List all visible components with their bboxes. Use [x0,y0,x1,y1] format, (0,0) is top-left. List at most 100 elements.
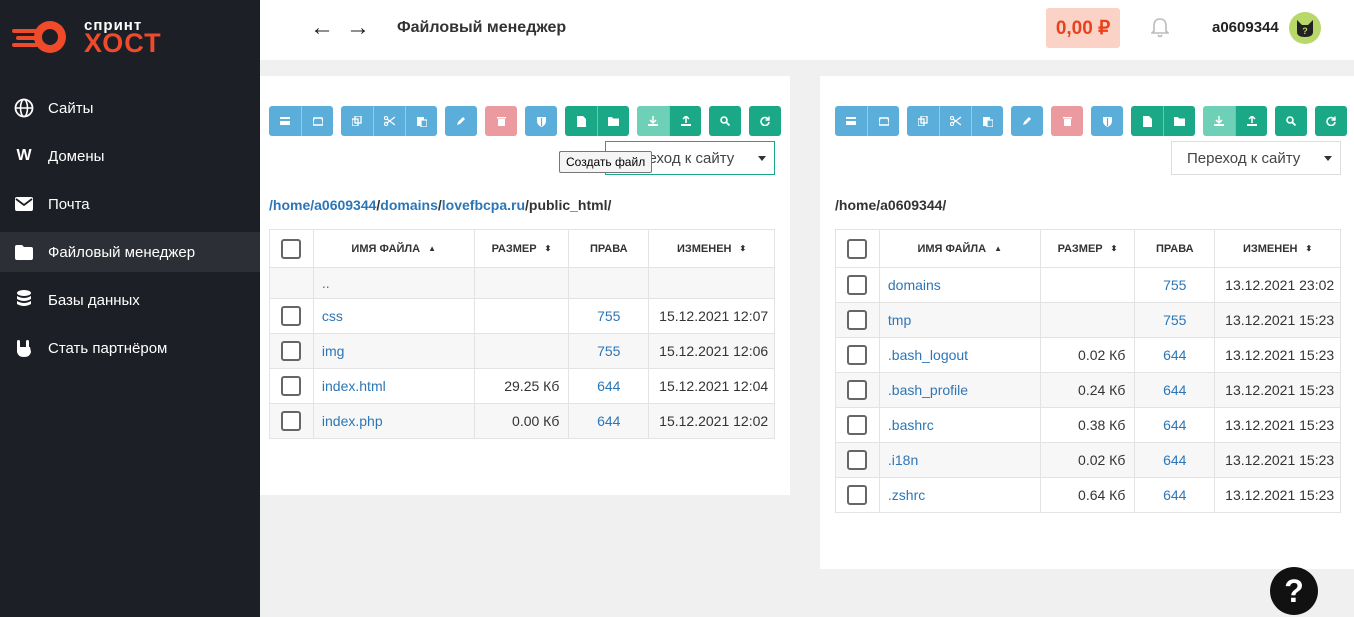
upload-button[interactable] [1235,106,1267,136]
checkbox-cell[interactable] [269,333,314,369]
col-size[interactable]: Размер ⬍ [473,229,570,268]
deselect-button[interactable] [301,106,333,136]
file-name[interactable]: .bashrc [878,407,1041,443]
paste-button[interactable] [405,106,437,136]
breadcrumb-domains[interactable]: domains [380,197,438,213]
file-rights[interactable]: 644 [568,403,650,439]
back-arrow-icon[interactable]: ← [310,14,334,42]
file-rights[interactable]: 644 [1134,407,1216,443]
table-row[interactable]: img 755 15.12.2021 12:06 [269,333,775,369]
select-all-button[interactable] [269,106,301,136]
checkbox[interactable] [281,341,302,361]
checkbox[interactable] [847,310,868,330]
checkbox[interactable] [281,411,302,431]
cut-button[interactable] [939,106,971,136]
table-row[interactable]: .bash_logout 0.02 Кб 644 13.12.2021 15:2… [835,337,1341,373]
file-rights[interactable]: 644 [1134,477,1216,513]
table-row[interactable]: .i18n 0.02 Кб 644 13.12.2021 15:23 [835,442,1341,478]
download-button[interactable] [1203,106,1235,136]
file-name[interactable]: domains [878,267,1041,303]
avatar[interactable]: ? [1289,12,1321,44]
file-name[interactable]: index.php [312,403,475,439]
file-name[interactable]: .bash_logout [878,337,1041,373]
table-row[interactable]: .. [269,267,775,299]
create-file-button[interactable] [1131,106,1163,136]
sidebar-item-mail[interactable]: Почта [0,184,260,224]
sidebar-item-file-manager[interactable]: Файловый менеджер [0,232,260,272]
table-row[interactable]: css 755 15.12.2021 12:07 [269,298,775,334]
file-name[interactable]: .i18n [878,442,1041,478]
col-size[interactable]: Размер ⬍ [1039,229,1136,268]
file-rights[interactable]: 644 [1134,337,1216,373]
checkbox[interactable] [281,376,302,396]
col-rights[interactable]: Права [568,229,650,268]
cut-button[interactable] [373,106,405,136]
goto-site-select[interactable]: Переход к сайту [1171,141,1341,175]
search-button[interactable] [709,106,741,136]
help-button[interactable]: ? [1270,567,1318,615]
delete-button[interactable] [1051,106,1083,136]
file-name[interactable]: img [312,333,475,369]
create-folder-button[interactable] [597,106,629,136]
checkbox-cell[interactable] [269,403,314,439]
file-name[interactable]: css [312,298,475,334]
refresh-button[interactable] [749,106,781,136]
username[interactable]: a0609344 [1212,19,1279,36]
checkbox-cell[interactable] [835,407,880,443]
checkbox-cell[interactable] [269,368,314,404]
checkbox[interactable] [847,485,868,505]
col-modified[interactable]: Изменен ⬍ [648,229,775,268]
bell-icon[interactable] [1151,18,1169,38]
sidebar-item-databases[interactable]: Базы данных [0,280,260,320]
file-rights[interactable]: 755 [568,333,650,369]
file-rights[interactable]: 755 [1134,267,1216,303]
checkbox-cell[interactable] [835,267,880,303]
logo[interactable]: спринт ХОСТ [12,14,162,58]
sidebar-item-domains[interactable]: W Домены [0,136,260,176]
table-row[interactable]: index.php 0.00 Кб 644 15.12.2021 12:02 [269,403,775,439]
select-all-checkbox-cell[interactable] [835,229,880,268]
checkbox[interactable] [847,450,868,470]
table-row[interactable]: domains 755 13.12.2021 23:02 [835,267,1341,303]
checkbox-cell[interactable] [835,477,880,513]
file-rights[interactable]: 644 [1134,372,1216,408]
file-name[interactable]: .. [312,267,475,299]
checkbox[interactable] [847,415,868,435]
col-rights[interactable]: Права [1134,229,1216,268]
balance-badge[interactable]: 0,00 ₽ [1046,8,1120,48]
file-name[interactable]: index.html [312,368,475,404]
table-row[interactable]: index.html 29.25 Кб 644 15.12.2021 12:04 [269,368,775,404]
delete-button[interactable] [485,106,517,136]
checkbox[interactable] [281,238,302,259]
checkbox[interactable] [847,275,868,295]
checkbox[interactable] [847,238,868,259]
breadcrumb-site[interactable]: lovefbcpa.ru [442,197,525,213]
file-rights[interactable]: 644 [568,368,650,404]
create-file-button[interactable] [565,106,597,136]
file-name[interactable]: tmp [878,302,1041,338]
file-rights[interactable]: 644 [1134,442,1216,478]
table-row[interactable]: .zshrc 0.64 Кб 644 13.12.2021 15:23 [835,477,1341,513]
col-name[interactable]: Имя файла ▲ [878,229,1041,268]
file-rights[interactable]: 755 [568,298,650,334]
rename-button[interactable] [1011,106,1043,136]
file-rights[interactable]: 755 [1134,302,1216,338]
checkbox[interactable] [847,380,868,400]
checkbox[interactable] [281,306,302,326]
copy-button[interactable] [341,106,373,136]
paste-button[interactable] [971,106,1003,136]
checkbox-cell[interactable] [835,302,880,338]
sidebar-item-sites[interactable]: Сайты [0,88,260,128]
deselect-button[interactable] [867,106,899,136]
file-name[interactable]: .bash_profile [878,372,1041,408]
breadcrumb-home[interactable]: /home/a0609344 [269,197,376,213]
file-name[interactable]: .zshrc [878,477,1041,513]
table-row[interactable]: .bashrc 0.38 Кб 644 13.12.2021 15:23 [835,407,1341,443]
rename-button[interactable] [445,106,477,136]
checkbox-cell[interactable] [835,372,880,408]
permissions-button[interactable] [1091,106,1123,136]
select-all-checkbox-cell[interactable] [269,229,314,268]
checkbox-cell[interactable] [835,337,880,373]
create-folder-button[interactable] [1163,106,1195,136]
col-name[interactable]: Имя файла ▲ [312,229,475,268]
